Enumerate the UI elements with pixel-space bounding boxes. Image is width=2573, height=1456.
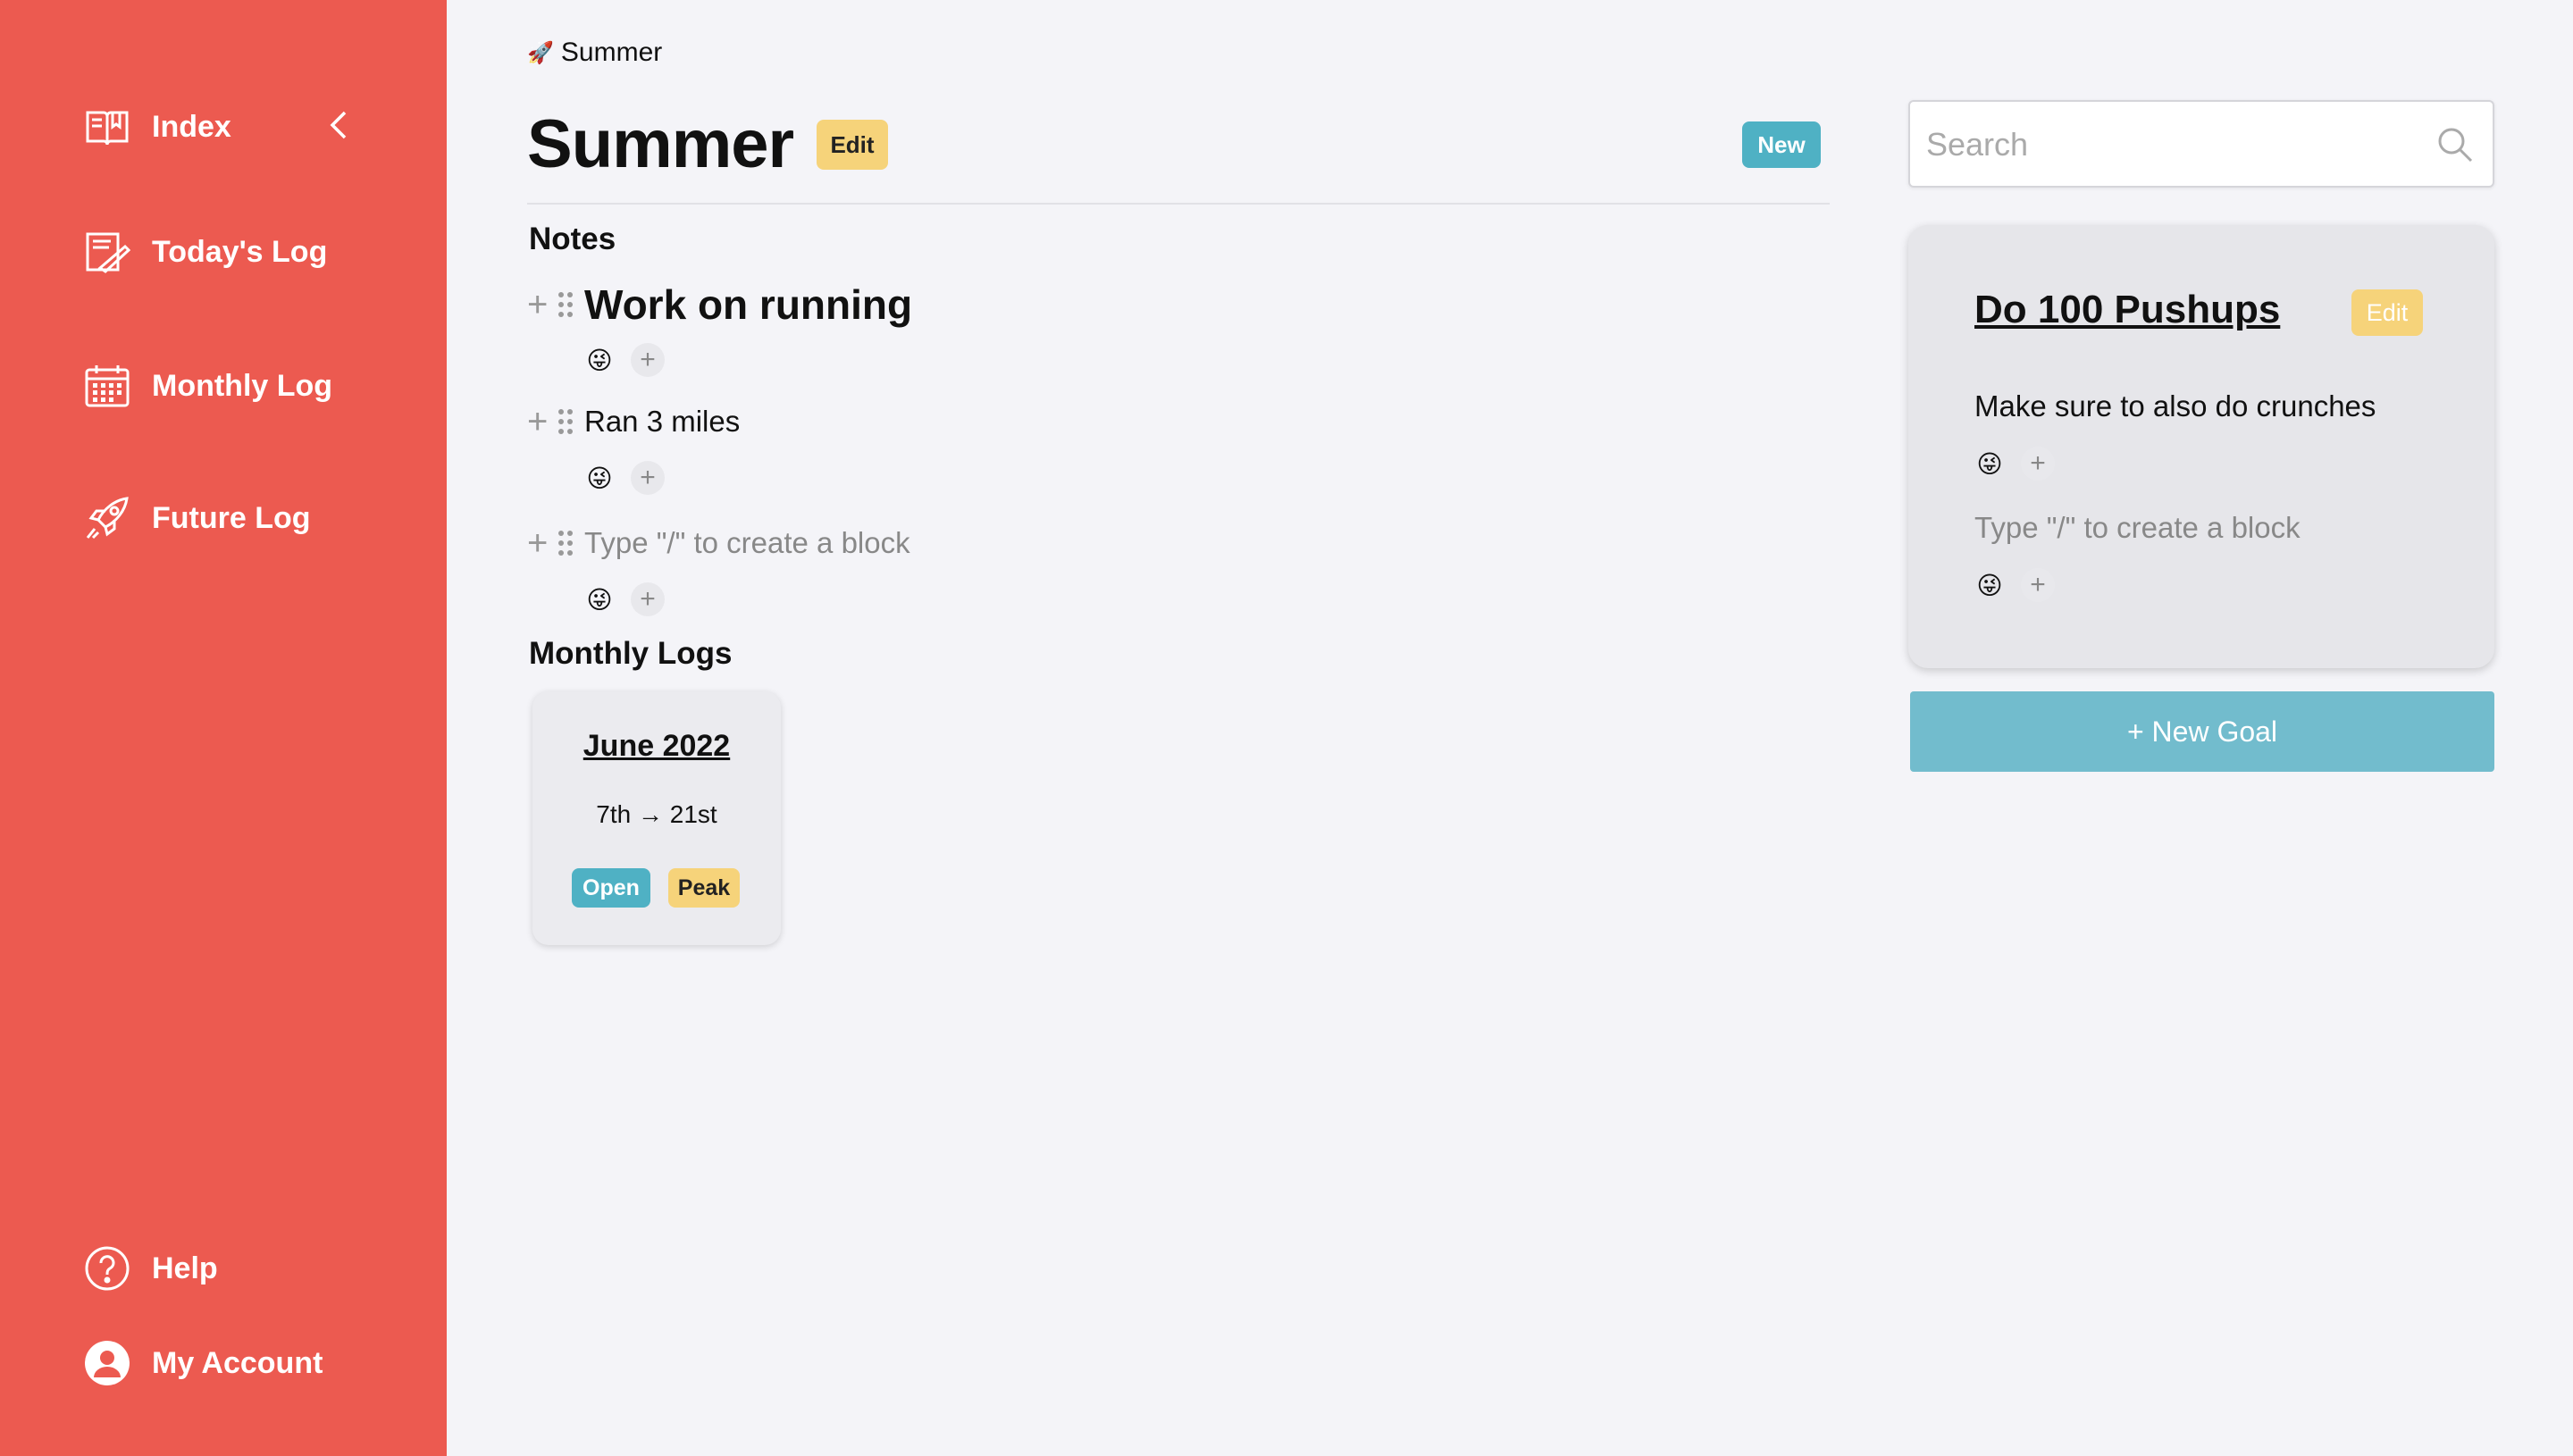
goal-note-placeholder[interactable]: Type "/" to create a block: [1974, 511, 2301, 545]
reaction-row: 😜 +: [584, 343, 665, 377]
breadcrumb-label: Summer: [560, 38, 663, 67]
goal-edit-button[interactable]: Edit: [2351, 289, 2423, 336]
notes-heading: Notes: [529, 222, 616, 256]
sidebar-item-label: Monthly Log: [152, 368, 333, 403]
sidebar-item-help[interactable]: Help: [84, 1245, 218, 1292]
reaction-emoji[interactable]: 😜: [584, 584, 615, 615]
rocket-icon: 🚀: [527, 40, 554, 65]
writing-icon: [84, 229, 130, 275]
reaction-emoji[interactable]: 😜: [584, 345, 615, 375]
monthly-log-range: 7th → 21st: [596, 800, 717, 828]
new-button[interactable]: New: [1742, 121, 1821, 168]
note-text[interactable]: Work on running: [584, 280, 912, 329]
new-goal-button[interactable]: + New Goal: [1910, 691, 2494, 772]
add-reaction-button[interactable]: +: [2021, 568, 2055, 602]
drag-handle-icon[interactable]: [556, 289, 575, 320]
note-placeholder[interactable]: Type "/" to create a block: [584, 526, 910, 560]
reaction-row: 😜 +: [1974, 447, 2055, 481]
sidebar-item-my-account[interactable]: My Account: [84, 1340, 323, 1386]
goal-card: Do 100 Pushups Edit Make sure to also do…: [1908, 225, 2494, 668]
add-reaction-button[interactable]: +: [631, 582, 665, 616]
add-block-icon[interactable]: +: [527, 287, 554, 322]
breadcrumb[interactable]: 🚀 Summer: [527, 38, 662, 68]
add-block-icon[interactable]: +: [527, 404, 554, 439]
reaction-row: 😜 +: [584, 582, 665, 616]
help-icon: [84, 1245, 130, 1292]
collapse-sidebar-icon[interactable]: [325, 107, 352, 143]
monthly-log-title[interactable]: June 2022: [532, 729, 781, 764]
search-input[interactable]: [1926, 118, 2426, 172]
open-badge[interactable]: Open: [572, 868, 650, 908]
drag-handle-icon[interactable]: [556, 528, 575, 558]
sidebar-item-index[interactable]: Index: [84, 104, 231, 150]
monthly-log-card[interactable]: June 2022 7th → 21st Open Peak: [532, 691, 781, 945]
calendar-icon: [84, 363, 130, 409]
note-text[interactable]: Ran 3 miles: [584, 405, 740, 439]
note-block: + Work on running: [527, 280, 912, 329]
sidebar-item-label: Today's Log: [152, 234, 328, 269]
account-icon: [84, 1340, 130, 1386]
peak-badge[interactable]: Peak: [668, 868, 740, 908]
page-title: Summer: [527, 106, 794, 182]
goal-title[interactable]: Do 100 Pushups: [1974, 288, 2280, 332]
reaction-emoji[interactable]: 😜: [584, 463, 615, 493]
sidebar-item-future-log[interactable]: Future Log: [84, 495, 311, 541]
monthly-logs-heading: Monthly Logs: [529, 636, 733, 671]
sidebar-item-label: Help: [152, 1251, 218, 1285]
divider: [527, 203, 1830, 205]
goal-note-text[interactable]: Make sure to also do crunches: [1974, 389, 2376, 423]
edit-title-button[interactable]: Edit: [817, 120, 888, 170]
search-box[interactable]: [1908, 100, 2494, 188]
add-block-icon[interactable]: +: [527, 525, 554, 561]
sidebar-item-label: My Account: [152, 1345, 323, 1380]
search-icon[interactable]: [2435, 125, 2475, 164]
add-reaction-button[interactable]: +: [631, 461, 665, 495]
reaction-emoji[interactable]: 😜: [1974, 448, 2005, 479]
add-reaction-button[interactable]: +: [2021, 447, 2055, 481]
note-block: + Ran 3 miles: [527, 404, 740, 439]
drag-handle-icon[interactable]: [556, 406, 575, 437]
sidebar: Index Today's Log Monthly Log Future Log…: [0, 0, 447, 1456]
book-icon: [84, 104, 130, 150]
reaction-row: 😜 +: [584, 461, 665, 495]
reaction-emoji[interactable]: 😜: [1974, 570, 2005, 600]
sidebar-item-label: Index: [152, 109, 231, 144]
sidebar-item-todays-log[interactable]: Today's Log: [84, 229, 327, 275]
note-block: + Type "/" to create a block: [527, 525, 910, 561]
rocket-icon: [84, 495, 130, 541]
sidebar-item-label: Future Log: [152, 500, 311, 535]
add-reaction-button[interactable]: +: [631, 343, 665, 377]
reaction-row: 😜 +: [1974, 568, 2055, 602]
sidebar-item-monthly-log[interactable]: Monthly Log: [84, 363, 332, 409]
